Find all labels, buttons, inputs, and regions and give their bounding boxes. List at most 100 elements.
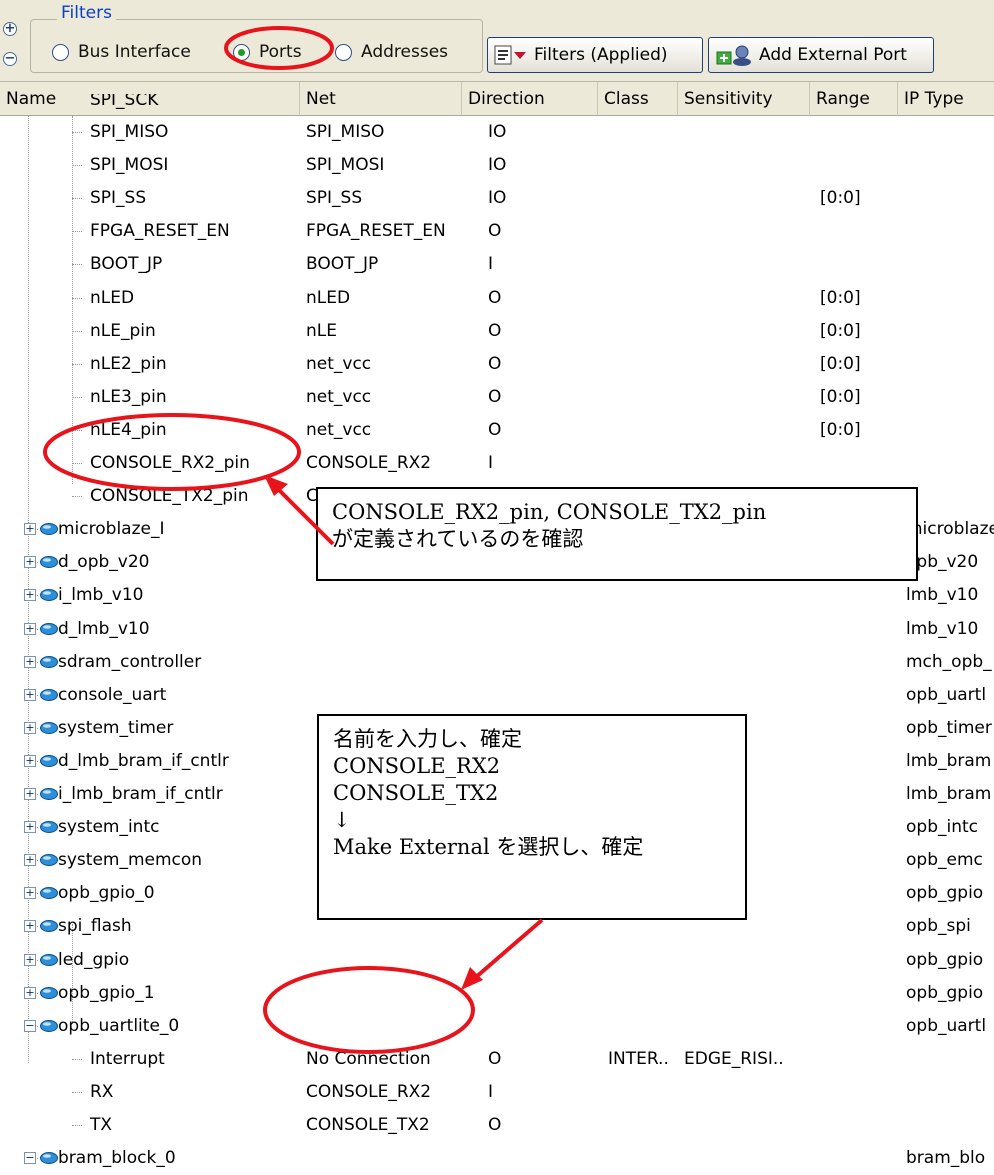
filters-applied-label: Filters (Applied) xyxy=(534,45,668,65)
annotation-line: が定義されているのを確認 xyxy=(332,527,584,551)
table-row-port[interactable]: nLE_pin nLE O [0:0] xyxy=(0,315,994,348)
tree-branch xyxy=(72,264,82,266)
table-row-port[interactable]: nLE3_pin net_vcc O [0:0] xyxy=(0,381,994,414)
ip-instance-icon xyxy=(40,688,58,701)
port-name: CONSOLE_RX2_pin xyxy=(90,453,250,473)
port-net: net_vcc xyxy=(306,353,372,374)
ip-instance-name: system_memcon xyxy=(58,850,203,871)
port-net: SPI_MOSI xyxy=(306,155,385,176)
port-direction: O xyxy=(488,1048,502,1069)
expand-node-icon[interactable]: + xyxy=(24,920,36,933)
table-row-port[interactable]: RX CONSOLE_RX2 I xyxy=(0,1076,994,1109)
expand-all-icon[interactable]: + xyxy=(3,22,17,36)
ip-instance-name: system_timer xyxy=(58,717,174,738)
table-row-port[interactable]: SPI_MISO SPI_MISO IO xyxy=(0,116,994,149)
table-row-port[interactable]: TX CONSOLE_TX2 O xyxy=(0,1109,994,1142)
ip-instance-icon xyxy=(40,887,58,900)
filters-toolbar: + − Filters Bus Interface Ports Addresse… xyxy=(0,0,994,82)
radio-bus-interface[interactable]: Bus Interface xyxy=(52,42,191,62)
expand-node-icon[interactable]: + xyxy=(24,688,36,701)
add-external-port-button[interactable]: Add External Port xyxy=(708,37,934,73)
radio-ports-label: Ports xyxy=(259,42,302,62)
ip-instance-icon xyxy=(40,589,58,602)
port-range: [0:0] xyxy=(820,188,861,209)
expand-node-icon[interactable]: + xyxy=(24,821,36,834)
ip-instance-name: i_lmb_v10 xyxy=(58,585,144,606)
expand-node-icon[interactable]: + xyxy=(24,523,36,536)
tree-branch xyxy=(72,330,82,332)
table-row-port[interactable]: FPGA_RESET_EN FPGA_RESET_EN O xyxy=(0,215,994,248)
ip-instance-name: opb_uartlite_0 xyxy=(58,1015,180,1036)
table-row-ip[interactable]: + led_gpio opb_gpio xyxy=(0,944,994,977)
expand-node-icon[interactable]: + xyxy=(24,953,36,966)
expand-node-icon[interactable]: + xyxy=(24,622,36,635)
expand-node-icon[interactable]: + xyxy=(24,788,36,800)
ip-type: opb_gpio xyxy=(906,949,984,970)
collapse-node-icon[interactable]: − xyxy=(24,1019,36,1032)
expand-node-icon[interactable]: + xyxy=(24,655,36,668)
port-direction: O xyxy=(488,419,502,440)
port-net: CONSOLE_TX2 xyxy=(306,1115,430,1135)
tree-branch xyxy=(72,231,82,233)
ip-type: opb_gpio xyxy=(906,982,984,1003)
tree-branch xyxy=(72,363,82,365)
expand-node-icon[interactable]: + xyxy=(24,986,36,999)
ip-type: opb_intc xyxy=(906,817,978,838)
table-row-ip[interactable]: + opb_gpio_1 opb_gpio xyxy=(0,977,994,1010)
tree-branch xyxy=(72,396,82,398)
ip-instance-icon xyxy=(40,788,58,800)
tree-branch xyxy=(72,1058,82,1060)
ip-instance-name: d_opb_v20 xyxy=(58,552,150,573)
annotation-line: CONSOLE_RX2_pin, CONSOLE_TX2_pin xyxy=(332,500,767,524)
table-row-port[interactable]: BOOT_JP BOOT_JP I xyxy=(0,248,994,281)
ip-instance-icon xyxy=(40,986,58,999)
table-row-ip[interactable]: + console_uart opb_uartl xyxy=(0,679,994,712)
port-direction: IO xyxy=(488,155,507,176)
port-direction: IO xyxy=(488,188,507,209)
port-direction: IO xyxy=(488,122,507,142)
collapse-node-icon[interactable]: − xyxy=(24,1152,36,1165)
ip-type: bram_blo xyxy=(906,1148,986,1169)
table-row-port[interactable]: SPI_SS SPI_SS IO [0:0] xyxy=(0,182,994,215)
annotation-line: CONSOLE_RX2 xyxy=(333,754,501,778)
ip-type: opb_uartl xyxy=(906,684,987,705)
table-row-port[interactable]: SPI_MOSI SPI_MOSI IO xyxy=(0,149,994,182)
table-row-ip[interactable]: + i_lmb_v10 lmb_v10 xyxy=(0,579,994,612)
port-name: nLE2_pin xyxy=(90,353,167,374)
table-row-ip[interactable]: + d_lmb_v10 lmb_v10 xyxy=(0,613,994,646)
table-row-ip[interactable]: − opb_uartlite_0 opb_uartl xyxy=(0,1010,994,1043)
ip-instance-name: system_intc xyxy=(58,817,160,838)
ip-instance-name: sdram_controller xyxy=(58,651,202,672)
ip-instance-icon xyxy=(40,1019,58,1032)
port-sensitivity: EDGE_RISI.. xyxy=(684,1048,784,1069)
table-row-port[interactable]: Interrupt No Connection O INTER.. EDGE_RISI.… xyxy=(0,1043,994,1076)
expand-node-icon[interactable]: + xyxy=(24,854,36,867)
expand-node-icon[interactable]: + xyxy=(24,754,36,767)
port-net: nLE xyxy=(306,320,337,341)
expand-node-icon[interactable]: + xyxy=(24,887,36,900)
collapse-all-icon[interactable]: − xyxy=(3,52,17,66)
port-name: CONSOLE_TX2_pin xyxy=(90,486,249,507)
table-row-ip[interactable]: + sdram_controller mch_opb_ xyxy=(0,646,994,679)
port-name: Interrupt xyxy=(90,1048,165,1069)
port-net: net_vcc xyxy=(306,386,372,407)
ip-instance-icon xyxy=(40,556,58,569)
tree-branch xyxy=(72,496,82,498)
table-row-port[interactable]: CONSOLE_RX2_pin CONSOLE_RX2 I xyxy=(0,447,994,480)
filters-applied-button[interactable]: Filters (Applied) xyxy=(487,37,703,73)
port-net: CONSOLE_RX2 xyxy=(306,453,432,473)
table-row-port[interactable]: nLE4_pin net_vcc O [0:0] xyxy=(0,414,994,447)
port-name: FPGA_RESET_EN xyxy=(90,221,230,242)
port-name: nLE3_pin xyxy=(90,386,167,407)
table-row-port[interactable]: nLED nLED O [0:0] xyxy=(0,282,994,315)
ip-instance-icon xyxy=(40,622,58,635)
radio-addresses[interactable]: Addresses xyxy=(335,42,448,62)
table-row-port[interactable]: nLE2_pin net_vcc O [0:0] xyxy=(0,348,994,381)
expand-node-icon[interactable]: + xyxy=(24,556,36,569)
table-row-ip[interactable]: − bram_block_0 bram_blo xyxy=(0,1142,994,1175)
expand-node-icon[interactable]: + xyxy=(24,721,36,734)
port-range: [0:0] xyxy=(820,419,861,440)
expand-node-icon[interactable]: + xyxy=(24,589,36,602)
radio-ports[interactable]: Ports xyxy=(233,42,302,62)
port-net: SPI_SS xyxy=(306,188,363,209)
